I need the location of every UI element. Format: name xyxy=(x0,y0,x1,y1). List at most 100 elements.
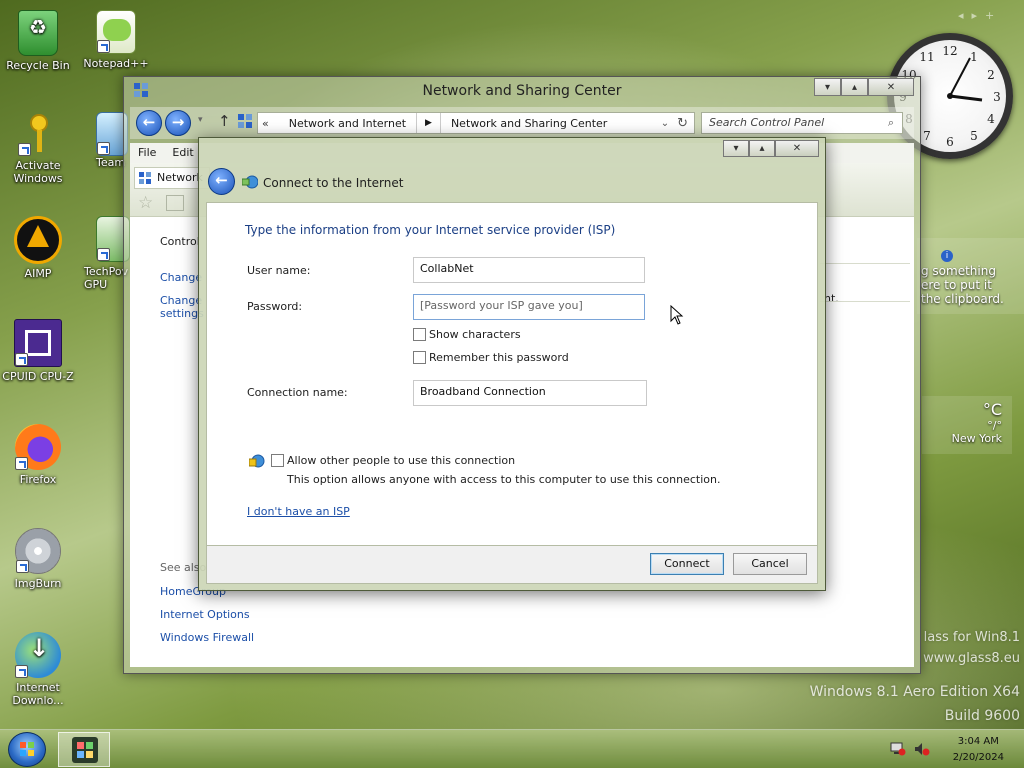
network-status-icon[interactable] xyxy=(890,742,906,756)
remember-password-checkbox[interactable] xyxy=(413,351,426,364)
tab-label: Network xyxy=(157,171,203,184)
address-dropdown-icon[interactable]: ⌄ xyxy=(661,118,677,129)
sidebar-control-panel-home[interactable]: Control xyxy=(160,235,200,248)
close-button[interactable]: ✕ xyxy=(868,78,914,96)
search-input[interactable]: Search Control Panel ⌕ xyxy=(701,112,903,134)
desktop-icon-recycle-bin[interactable]: ♻ Recycle Bin xyxy=(0,10,76,72)
breadcrumb-network-and-sharing-center[interactable]: Network and Sharing Center xyxy=(441,117,661,130)
up-arrow-icon[interactable]: ↑ xyxy=(218,112,231,130)
clock-date: 2/20/2024 xyxy=(952,752,1004,763)
content-fragment: nt. xyxy=(824,292,839,305)
desktop-icon-label: AIMP xyxy=(24,267,52,280)
volume-muted-icon[interactable] xyxy=(914,742,930,756)
desktop-icon-team[interactable]: Team xyxy=(78,112,128,169)
sidebar-change-advanced[interactable]: Change xyxy=(160,294,202,307)
internet-download-manager-icon: ↓ xyxy=(15,632,61,678)
dialog-minimize-button[interactable]: ▾ xyxy=(723,140,749,157)
shortcut-arrow-icon xyxy=(16,560,29,573)
menu-edit[interactable]: Edit xyxy=(164,143,201,159)
maximize-button[interactable]: ▴ xyxy=(841,78,868,96)
desktop-icon-internet-download-manager[interactable]: ↓ Internet Downlo... xyxy=(0,632,76,707)
cpu-z-icon xyxy=(14,319,62,367)
password-field[interactable]: [Password your ISP gave you] xyxy=(413,294,645,320)
desktop-icon-label: Firefox xyxy=(19,473,57,486)
desktop-icon-techpowerup-gpuz[interactable]: TechPov GPU xyxy=(78,216,130,291)
desktop-icon-activate-windows[interactable]: Activate Windows xyxy=(0,112,76,185)
dialog-header: ← Connect to the Internet xyxy=(199,160,825,200)
address-row: ← → ▾ ↑ « Network and Internet ▶ Network… xyxy=(130,107,914,139)
dialog-title: Connect to the Internet xyxy=(263,176,404,190)
mouse-cursor-icon xyxy=(670,305,684,325)
desktop-icon-label: Notepad++ xyxy=(83,57,149,70)
control-panel-icon xyxy=(139,171,151,184)
desktop-icon-cpu-z[interactable]: CPUID CPU-Z xyxy=(0,319,76,383)
username-label: User name: xyxy=(247,264,311,277)
breadcrumb-overflow[interactable]: « xyxy=(258,117,275,130)
system-clock[interactable]: 3:04 AM 2/20/2024 xyxy=(953,734,1004,766)
desktop-icon-label: Recycle Bin xyxy=(6,59,70,72)
recent-pages-chevron-icon[interactable]: ▾ xyxy=(198,115,203,125)
clipboard-text: ere to put it xyxy=(921,278,992,292)
control-panel-icon xyxy=(238,114,252,128)
forward-arrow-icon[interactable]: → xyxy=(165,110,191,136)
view-icon[interactable] xyxy=(166,195,184,211)
gadget-nav-arrows[interactable]: ◂▸+ xyxy=(958,9,1002,22)
desktop-icon-label: CPUID CPU-Z xyxy=(2,370,74,383)
shortcut-arrow-icon xyxy=(97,142,110,155)
password-label: Password: xyxy=(247,300,303,313)
connect-button[interactable]: Connect xyxy=(650,553,724,575)
menu-file[interactable]: File xyxy=(130,143,164,159)
favorite-star-icon[interactable]: ☆ xyxy=(138,193,153,213)
weather-unit: °C xyxy=(982,400,1002,419)
dialog-maximize-button[interactable]: ▴ xyxy=(749,140,775,157)
show-characters-label[interactable]: Show characters xyxy=(429,328,521,341)
desktop-icon-firefox[interactable]: Firefox xyxy=(0,424,76,486)
sidebar-change-adapter[interactable]: Change xyxy=(160,271,202,284)
allow-others-description: This option allows anyone with access to… xyxy=(287,473,721,486)
shortcut-arrow-icon xyxy=(97,248,110,261)
shortcut-arrow-icon xyxy=(15,353,28,366)
windows-logo-icon xyxy=(20,742,34,756)
key-icon xyxy=(18,112,58,156)
shortcut-arrow-icon xyxy=(18,143,31,156)
aimp-icon xyxy=(14,216,62,264)
link-windows-firewall[interactable]: Windows Firewall xyxy=(160,631,254,644)
divider xyxy=(820,263,910,264)
taskbar-control-panel-app[interactable] xyxy=(58,732,110,767)
minimize-button[interactable]: ▾ xyxy=(814,78,841,96)
address-bar[interactable]: « Network and Internet ▶ Network and Sha… xyxy=(257,112,695,134)
start-button[interactable] xyxy=(8,732,46,767)
connection-name-field[interactable]: Broadband Connection xyxy=(413,380,647,406)
shortcut-arrow-icon xyxy=(15,665,28,678)
allow-others-label[interactable]: Allow other people to use this connectio… xyxy=(287,454,515,467)
username-field[interactable]: CollabNet xyxy=(413,257,645,283)
connect-to-internet-dialog: ▾ ▴ ✕ ← Connect to the Internet Type the… xyxy=(198,137,826,591)
allow-others-checkbox[interactable] xyxy=(271,454,284,467)
dialog-back-arrow-icon[interactable]: ← xyxy=(208,168,235,195)
clipboard-gadget[interactable]: i g something ere to put it the clipboar… xyxy=(917,238,1024,314)
weather-gadget[interactable]: °C °/° New York xyxy=(922,396,1012,454)
dialog-body: Type the information from your Internet … xyxy=(206,202,818,546)
desktop-icon-aimp[interactable]: AIMP xyxy=(0,216,76,280)
back-arrow-icon[interactable]: ← xyxy=(136,110,162,136)
window-title: Network and Sharing Center xyxy=(422,83,622,99)
breadcrumb-network-and-internet[interactable]: Network and Internet xyxy=(275,117,416,130)
firefox-icon xyxy=(15,424,61,470)
desktop-icon-label: Activate Windows xyxy=(13,159,63,185)
no-isp-link[interactable]: I don't have an ISP xyxy=(247,505,350,518)
remember-password-label[interactable]: Remember this password xyxy=(429,351,569,364)
show-characters-checkbox[interactable] xyxy=(413,328,426,341)
clipboard-text: the clipboard. xyxy=(921,292,1004,306)
refresh-icon[interactable]: ↻ xyxy=(677,116,694,131)
desktop-icon-notepad-plus-plus[interactable]: Notepad++ xyxy=(78,10,154,70)
link-internet-options[interactable]: Internet Options xyxy=(160,608,250,621)
dialog-close-button[interactable]: ✕ xyxy=(775,140,819,157)
breadcrumb-chevron-icon[interactable]: ▶ xyxy=(416,113,441,133)
search-icon[interactable]: ⌕ xyxy=(888,113,894,133)
shield-users-icon xyxy=(248,454,265,468)
desktop-icon-imgburn[interactable]: ImgBurn xyxy=(0,528,76,590)
shortcut-arrow-icon xyxy=(97,40,110,53)
cancel-button[interactable]: Cancel xyxy=(733,553,807,575)
network-globe-icon xyxy=(241,175,259,189)
divider xyxy=(820,301,910,302)
